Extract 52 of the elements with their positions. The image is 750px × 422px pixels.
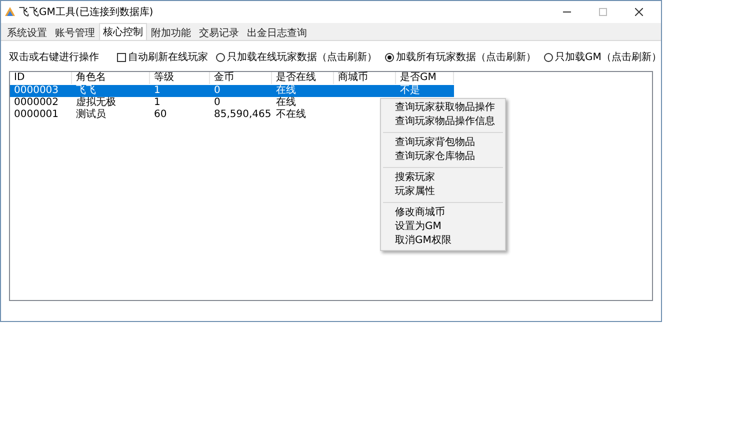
tab[interactable]: 系统设置 — [3, 25, 51, 40]
column-header[interactable]: 金币 — [210, 72, 272, 84]
menu-item[interactable]: 搜索玩家 — [381, 171, 505, 185]
table-cell-text: 0 — [213, 97, 222, 109]
radio-button[interactable] — [385, 52, 394, 62]
radio-label[interactable]: 加载所有玩家数据（点击刷新） — [396, 50, 536, 64]
column-header[interactable]: 商城币 — [334, 72, 396, 84]
table-cell-text: 0000002 — [13, 97, 60, 109]
table-cell-text: 测试员 — [75, 109, 107, 121]
tab[interactable]: 出金日志查询 — [243, 25, 311, 40]
app-icon — [5, 7, 15, 17]
table-cell-text: 不在线 — [275, 109, 307, 121]
radio-label[interactable]: 只加载在线玩家数据（点击刷新） — [227, 50, 377, 64]
column-header[interactable]: 角色名 — [72, 72, 150, 84]
table-cell-text: 0000003 — [13, 85, 60, 97]
radio-button[interactable] — [216, 52, 225, 62]
maximize-icon — [599, 8, 607, 16]
menu-item[interactable]: 取消GM权限 — [381, 234, 505, 248]
menu-item[interactable]: 查询玩家获取物品操作 — [381, 101, 505, 115]
menu-item[interactable]: 设置为GM — [381, 220, 505, 234]
table-cell-text: 1 — [153, 85, 162, 97]
radio-label[interactable]: 只加载GM（点击刷新） — [555, 50, 662, 64]
menu-item[interactable]: 查询玩家仓库物品 — [381, 150, 505, 164]
table-cell-text: 在线 — [275, 85, 297, 96]
table-cell-text: 1 — [153, 97, 162, 109]
tab[interactable]: 核心控制 — [99, 23, 147, 40]
tab[interactable]: 交易记录 — [195, 25, 243, 40]
instruction-text: 双击或右键进行操作 — [9, 50, 99, 64]
table-cell-text: 飞飞 — [75, 85, 97, 96]
checkbox-label[interactable]: 自动刷新在线玩家 — [128, 50, 208, 64]
table-cell-text: 虚拟无极 — [75, 97, 117, 108]
menu-item[interactable]: 查询玩家物品操作信息 — [381, 115, 505, 129]
menu-item[interactable]: 玩家属性 — [381, 185, 505, 199]
table-cell-text: 0 — [213, 85, 222, 97]
menu-item[interactable]: 修改商城币 — [381, 206, 505, 220]
radio-button[interactable] — [544, 52, 553, 62]
checkbox[interactable] — [117, 52, 126, 62]
menu-item[interactable]: 查询玩家背包物品 — [381, 136, 505, 150]
column-header[interactable]: ID — [10, 72, 72, 84]
table-cell-text: 在线 — [275, 97, 296, 109]
table-cell-text: 不是 — [399, 85, 421, 97]
table-cell-text: 60 — [153, 109, 168, 121]
table-row[interactable]: 0000003 飞飞 1 0 在线 不是 — [10, 85, 454, 97]
tab[interactable]: 附加功能 — [147, 25, 195, 40]
tab[interactable]: 账号管理 — [51, 25, 99, 40]
column-header[interactable]: 是否GM — [396, 72, 454, 84]
column-header[interactable]: 等级 — [150, 72, 210, 84]
window-title: 飞飞GM工具(已连接到数据库) — [19, 6, 154, 20]
close-icon — [635, 8, 643, 16]
column-header[interactable]: 是否在线 — [272, 72, 334, 84]
table-cell-text: 85,590,465 — [213, 109, 272, 121]
table-cell-text: 0000001 — [13, 109, 60, 121]
